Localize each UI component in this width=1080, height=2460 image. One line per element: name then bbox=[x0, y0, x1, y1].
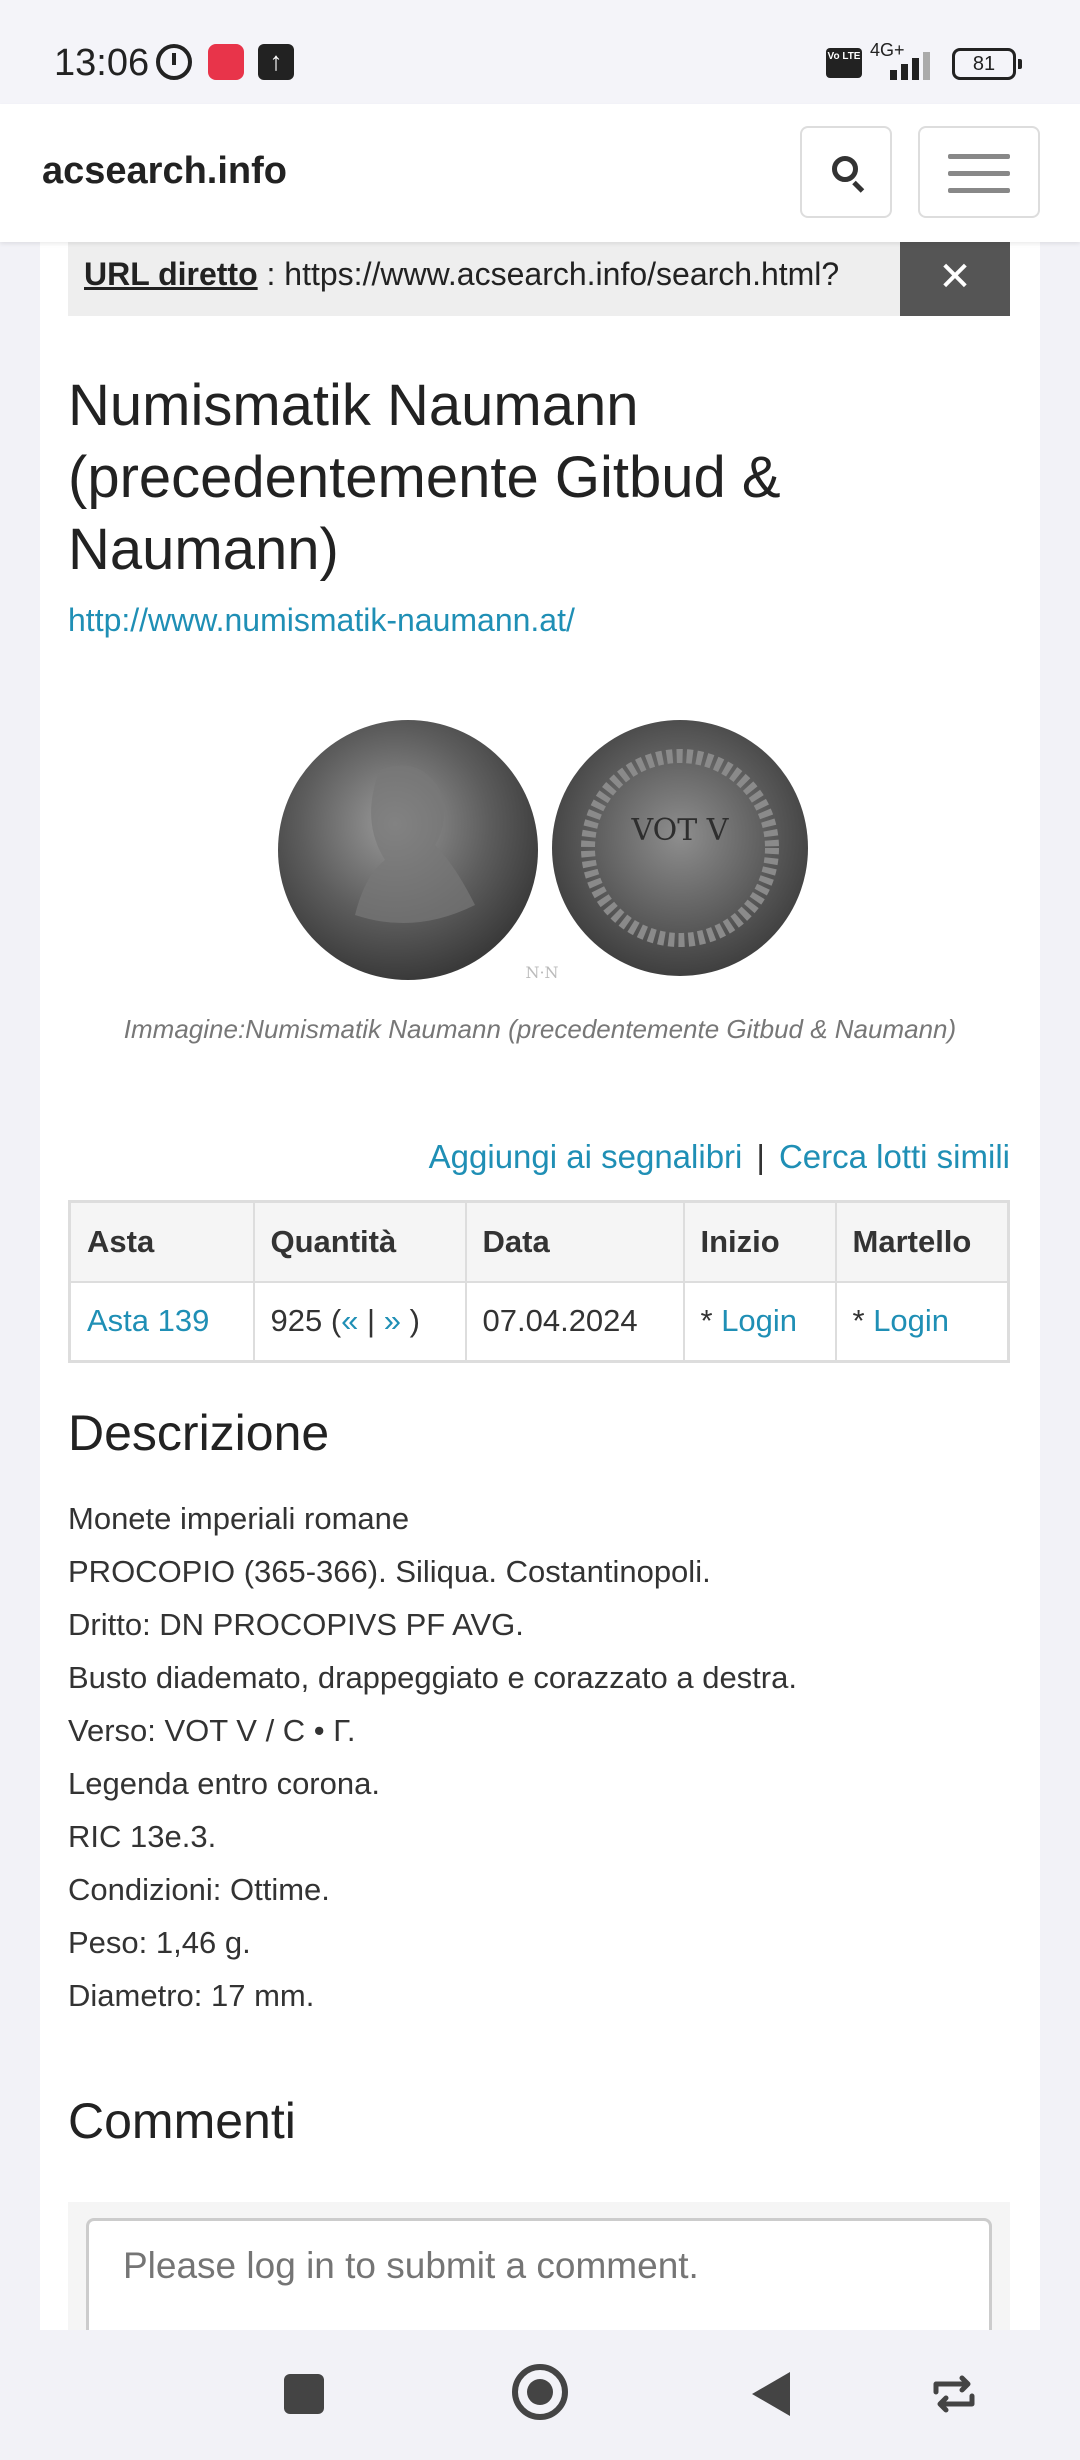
similar-lots-link[interactable]: Cerca lotti simili bbox=[779, 1138, 1010, 1175]
auction-link[interactable]: Asta 139 bbox=[87, 1303, 209, 1338]
screen-switch-icon[interactable] bbox=[930, 2370, 978, 2418]
col-header-asta: Asta bbox=[68, 1200, 255, 1283]
col-header-inizio: Inizio bbox=[682, 1200, 837, 1283]
description-line: Dritto: DN PROCOPIVS PF AVG. bbox=[68, 1607, 524, 1642]
col-header-data: Data bbox=[464, 1200, 685, 1283]
next-lot-link[interactable]: » bbox=[384, 1303, 401, 1338]
comment-textarea[interactable] bbox=[86, 2218, 992, 2332]
site-brand[interactable]: acsearch.info bbox=[42, 150, 287, 193]
auction-date: 07.04.2024 bbox=[464, 1280, 685, 1363]
lot-number-cell: 925 (« | » ) bbox=[252, 1280, 467, 1363]
home-icon[interactable] bbox=[512, 2364, 568, 2420]
description-line: Verso: VOT V / C • Γ. bbox=[68, 1713, 356, 1748]
alarm-icon bbox=[156, 44, 192, 80]
description-line: Peso: 1,46 g. bbox=[68, 1925, 251, 1960]
system-nav-bar bbox=[0, 2330, 1080, 2460]
top-navbar: acsearch.info bbox=[0, 104, 1080, 242]
watermark-mark: N·N bbox=[525, 963, 558, 982]
direct-url-value[interactable]: https://www.acsearch.info/search.html? bbox=[284, 256, 839, 292]
lot-info-table: Asta Quantità Data Inizio Martello Asta … bbox=[68, 1200, 1010, 1363]
back-icon[interactable] bbox=[752, 2372, 790, 2416]
description-heading: Descrizione bbox=[68, 1405, 330, 1461]
upload-icon: ↑ bbox=[258, 44, 294, 80]
auction-house-title: Numismatik Naumann (precedentemente Gitb… bbox=[68, 373, 781, 582]
signal-icon bbox=[874, 48, 938, 80]
description-line: RIC 13e.3. bbox=[68, 1819, 217, 1854]
comments-heading: Commenti bbox=[68, 2093, 296, 2149]
coin-image[interactable]: VOT V N·N bbox=[270, 710, 830, 990]
hammer-price-login-link[interactable]: Login bbox=[873, 1303, 949, 1338]
direct-url-bar: URL diretto : https://www.acsearch.info/… bbox=[68, 242, 1010, 316]
description-line: Busto diademato, drappeggiato e corazzat… bbox=[68, 1660, 797, 1695]
recent-apps-icon[interactable] bbox=[284, 2374, 324, 2414]
description-text: Monete imperiali romane PROCOPIO (365-36… bbox=[68, 1492, 1008, 2022]
shopping-bag-icon bbox=[208, 44, 244, 80]
bookmark-link[interactable]: Aggiungi ai segnalibri bbox=[429, 1138, 743, 1175]
direct-url-label: URL diretto bbox=[84, 256, 258, 292]
menu-button[interactable] bbox=[918, 126, 1040, 218]
prev-lot-link[interactable]: « bbox=[341, 1303, 358, 1338]
hamburger-icon bbox=[948, 154, 1010, 159]
start-price-login-link[interactable]: Login bbox=[721, 1303, 797, 1338]
table-header-row: Asta Quantità Data Inizio Martello bbox=[68, 1200, 1010, 1283]
search-icon bbox=[832, 156, 858, 182]
status-bar: 13:06 ↑ Vo LTE 4G+ 81 bbox=[0, 0, 1080, 104]
comment-form bbox=[68, 2202, 1010, 2332]
close-url-button[interactable]: ✕ bbox=[900, 242, 1010, 316]
status-time: 13:06 bbox=[54, 42, 150, 84]
auction-house-link[interactable]: http://www.numismatik-naumann.at/ bbox=[68, 602, 575, 639]
description-line: Legenda entro corona. bbox=[68, 1766, 380, 1801]
page-content: URL diretto : https://www.acsearch.info/… bbox=[40, 242, 1040, 2332]
description-line: Condizioni: Ottime. bbox=[68, 1872, 330, 1907]
lot-actions: Aggiungi ai segnalibri | Cerca lotti simil… bbox=[428, 1138, 1010, 1175]
battery-icon: 81 bbox=[952, 48, 1022, 80]
description-line: PROCOPIO (365-366). Siliqua. Costantinop… bbox=[68, 1554, 711, 1589]
image-caption: Immagine:Numismatik Naumann (precedentem… bbox=[123, 1014, 957, 1044]
col-header-quantita: Quantità bbox=[252, 1200, 467, 1283]
col-header-martello: Martello bbox=[834, 1200, 1010, 1283]
volte-icon: Vo LTE bbox=[826, 48, 862, 78]
search-button[interactable] bbox=[800, 126, 892, 218]
table-row: Asta 139 925 (« | » ) 07.04.2024 * Login… bbox=[68, 1280, 1010, 1363]
description-line: Diametro: 17 mm. bbox=[68, 1978, 315, 2013]
reverse-inscription: VOT V bbox=[631, 813, 730, 848]
description-line: Monete imperiali romane bbox=[68, 1501, 410, 1536]
